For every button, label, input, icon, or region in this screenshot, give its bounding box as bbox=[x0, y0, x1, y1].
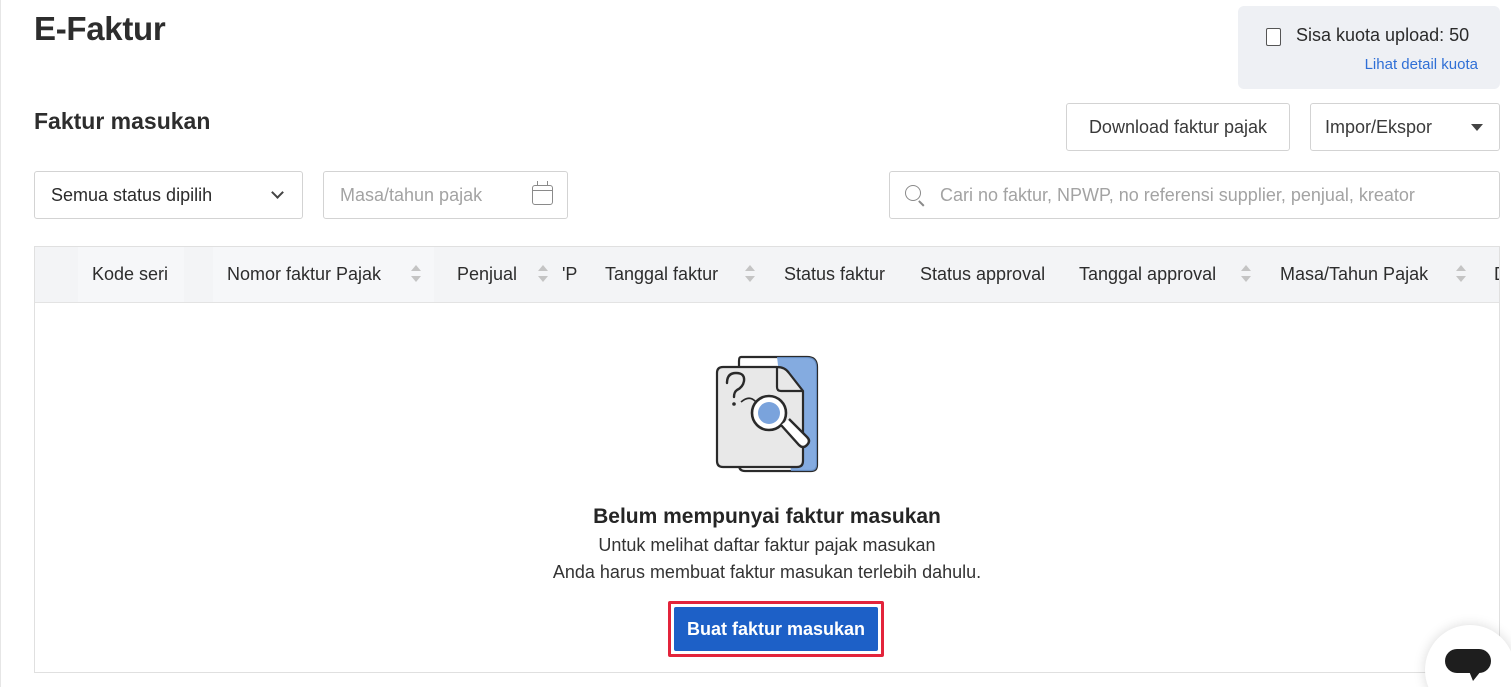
chat-bubble-icon bbox=[1445, 649, 1491, 681]
col-penjual-label: Penjual bbox=[457, 264, 518, 284]
section-title: Faktur masukan bbox=[34, 108, 211, 134]
col-npwp-truncated: 'P bbox=[562, 247, 582, 302]
col-tanggal-faktur-label: Tanggal faktur bbox=[605, 264, 719, 284]
search-box[interactable] bbox=[889, 171, 1500, 219]
col-tanggal-faktur[interactable]: Tanggal faktur bbox=[605, 247, 755, 302]
sort-icon[interactable] bbox=[1456, 265, 1466, 285]
page-edge bbox=[0, 0, 1, 687]
col-masa-tahun-pajak-label: Masa/Tahun Pajak bbox=[1280, 264, 1429, 284]
quota-label: Sisa kuota upload: 50 bbox=[1296, 25, 1470, 45]
impor-ekspor-label: Impor/Ekspor bbox=[1325, 116, 1433, 137]
calendar-icon[interactable] bbox=[532, 181, 553, 205]
quota-detail-link[interactable]: Lihat detail kuota bbox=[1365, 56, 1478, 73]
sort-icon[interactable] bbox=[411, 265, 421, 285]
quota-panel: Sisa kuota upload: 50 Lihat detail kuota bbox=[1238, 6, 1500, 89]
impor-ekspor-dropdown[interactable]: Impor/Ekspor bbox=[1310, 103, 1500, 151]
col-npwp-label: 'P bbox=[562, 264, 578, 284]
col-tanggal-approval-label: Tanggal approval bbox=[1079, 264, 1217, 284]
document-search-icon bbox=[715, 355, 819, 473]
cta-highlight: Buat faktur masukan bbox=[668, 601, 884, 657]
download-faktur-button[interactable]: Download faktur pajak bbox=[1066, 103, 1290, 151]
col-tanggal-approval[interactable]: Tanggal approval bbox=[1079, 247, 1239, 302]
caret-down-icon bbox=[1471, 123, 1483, 131]
page-title: E-Faktur bbox=[34, 10, 166, 47]
table-header: Kode seri Nomor faktur Pajak Penjual 'P … bbox=[35, 247, 1499, 303]
empty-state-line-1: Untuk melihat daftar faktur pajak masuka… bbox=[598, 535, 936, 555]
col-masa-tahun-pajak[interactable]: Masa/Tahun Pajak bbox=[1280, 247, 1450, 302]
sort-icon[interactable] bbox=[538, 265, 548, 285]
col-truncated-label: D bbox=[1494, 264, 1499, 285]
download-faktur-label: Download faktur pajak bbox=[1088, 116, 1268, 137]
empty-state-title: Belum mempunyai faktur masukan bbox=[593, 505, 941, 528]
search-input[interactable] bbox=[940, 184, 1485, 206]
col-status-faktur: Status faktur bbox=[784, 247, 904, 302]
period-input[interactable] bbox=[340, 184, 520, 206]
col-status-faktur-label: Status faktur bbox=[784, 264, 886, 284]
col-status-approval-label: Status approval bbox=[920, 264, 1046, 284]
chevron-down-icon bbox=[271, 186, 284, 199]
buat-faktur-masukan-button[interactable]: Buat faktur masukan bbox=[674, 607, 878, 651]
sort-icon[interactable] bbox=[1241, 265, 1251, 285]
empty-state-line-2: Anda harus membuat faktur masukan terleb… bbox=[552, 562, 982, 582]
col-kode-seri: Kode seri bbox=[78, 247, 184, 302]
col-nomor-faktur-label: Nomor faktur Pajak bbox=[227, 264, 382, 284]
search-icon bbox=[904, 184, 926, 206]
col-kode-seri-label: Kode seri bbox=[92, 264, 169, 284]
col-nomor-faktur[interactable]: Nomor faktur Pajak bbox=[213, 247, 434, 302]
status-filter-value: Semua status dipilih bbox=[51, 184, 213, 205]
period-filter[interactable] bbox=[323, 171, 568, 219]
sort-icon[interactable] bbox=[745, 265, 755, 285]
faktur-table: Kode seri Nomor faktur Pajak Penjual 'P … bbox=[34, 246, 1500, 673]
status-filter-select[interactable]: Semua status dipilih bbox=[34, 171, 303, 219]
col-status-approval: Status approval bbox=[920, 247, 1070, 302]
quota-checkbox[interactable] bbox=[1266, 28, 1281, 46]
col-truncated: D bbox=[1494, 247, 1499, 302]
